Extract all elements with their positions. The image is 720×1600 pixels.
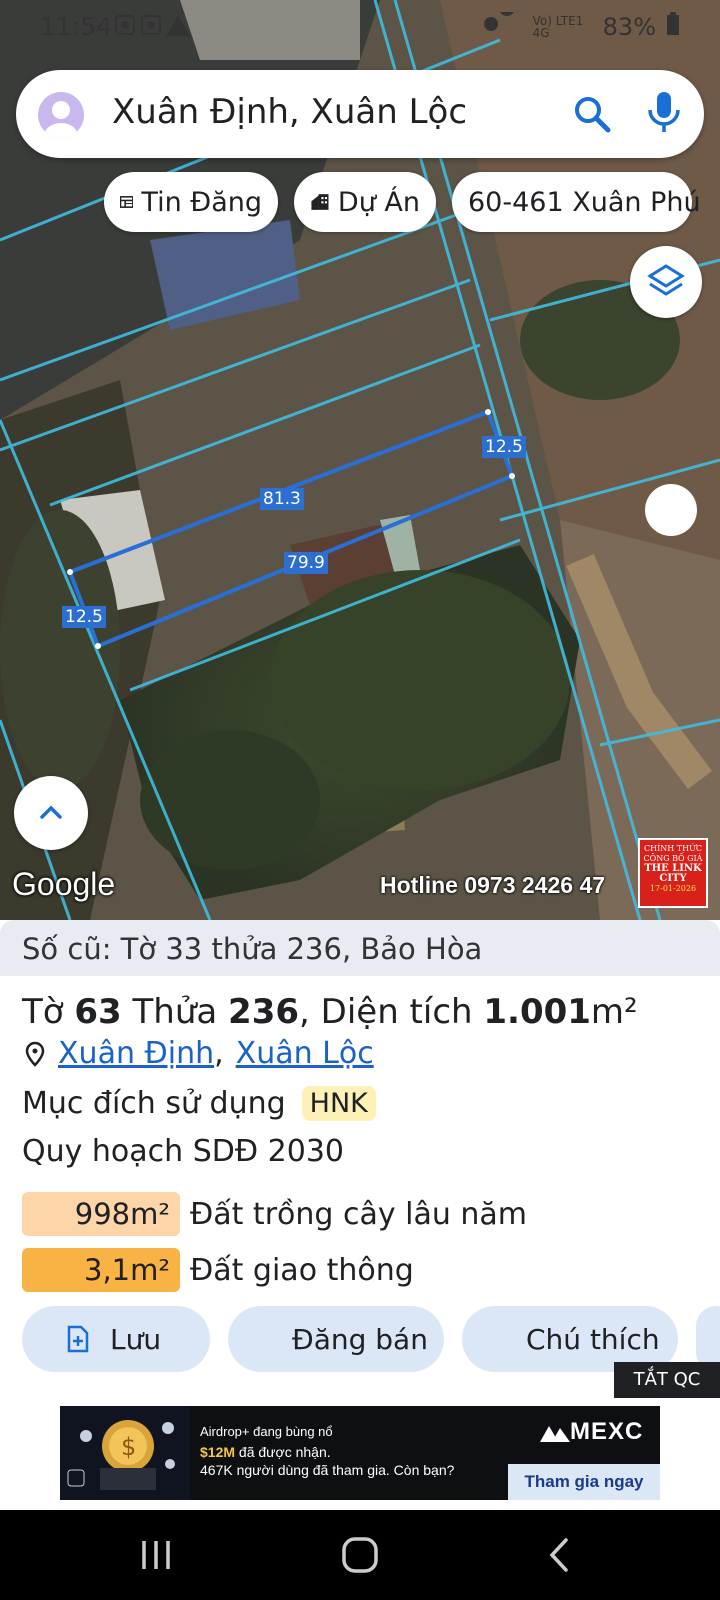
chip-label: Tin Đăng	[141, 186, 262, 218]
stamp-text: CHÍNH THỨC	[644, 844, 702, 853]
purpose-row: Mục đích sử dụng HNK	[22, 1086, 376, 1121]
post-sale-label: Đăng bán	[292, 1322, 428, 1356]
dimension-label: 12.5	[62, 606, 106, 628]
old-reference: Số cũ: Tờ 33 thửa 236, Bảo Hòa	[22, 932, 483, 966]
system-nav-bar	[0, 1510, 720, 1600]
calendar-table-icon	[120, 196, 134, 208]
location-row: Xuân Định, Xuân Lộc	[22, 1036, 374, 1071]
chip-du-an[interactable]: Dự Án	[294, 172, 436, 232]
google-logo: Google	[12, 866, 116, 902]
save-label: Lưu	[110, 1322, 162, 1356]
add-document-icon	[67, 1325, 89, 1353]
location-separator: ,	[214, 1036, 224, 1071]
ad-line: 467K người dùng đã tham gia. Còn bạn?	[200, 1462, 455, 1478]
land-use-label: Đất trồng cây lâu năm	[190, 1196, 528, 1232]
dimension-label: 12.5	[482, 436, 526, 458]
legend-label: Chú thích	[526, 1322, 660, 1356]
home-icon[interactable]	[340, 1535, 380, 1575]
avatar[interactable]	[38, 92, 84, 138]
hotline-text: Hotline 0973 2426 47	[380, 872, 606, 898]
back-icon[interactable]	[540, 1535, 580, 1575]
ad-amount: $12M	[200, 1444, 236, 1460]
recent-apps-icon[interactable]	[136, 1535, 176, 1575]
layers-icon	[647, 264, 685, 296]
dimension-label: 79.9	[284, 552, 328, 574]
promo-stamp[interactable]: CHÍNH THỨC CÔNG BỐ GIÁ THE LINK CITY 17-…	[638, 838, 708, 908]
title-text: Tờ	[22, 992, 75, 1032]
battery-percent: 83%	[602, 13, 656, 41]
battery-icon	[666, 12, 680, 42]
status-bar: 11:54 Vo) LTE1 4G 83%	[0, 0, 720, 54]
expand-button[interactable]	[14, 776, 88, 850]
search-icon[interactable]	[572, 94, 612, 139]
buildings-icon	[311, 194, 329, 210]
svg-text:$: $	[121, 1433, 136, 1461]
stamp-text: CITY	[659, 873, 687, 884]
planning-label: Quy hoạch SDĐ 2030	[22, 1134, 344, 1169]
drag-handle[interactable]	[645, 484, 697, 536]
ad-line: $12M đã được nhận.	[200, 1444, 331, 1460]
location-pin-icon	[25, 1041, 45, 1067]
parcel-title: Tờ 63 Thửa 236, Diện tích 1.001m²	[22, 992, 638, 1032]
sheet-number: 63	[74, 992, 122, 1032]
chip-parcel-ref[interactable]: 60-461 Xuân Phú	[452, 172, 701, 232]
chip-label: 60-461 Xuân Phú	[468, 186, 701, 218]
ad-text: đã được nhận.	[235, 1444, 331, 1460]
chip-label: Dự Án	[337, 186, 420, 218]
status-time: 11:54	[40, 12, 113, 41]
title-text: Thửa	[121, 992, 229, 1032]
satellite-map[interactable]: 12.5 81.3 79.9 12.5 11:54 Vo) LTE1 4G 83…	[0, 0, 720, 920]
dimension-label: 81.3	[260, 488, 304, 510]
area-unit: m²	[590, 992, 638, 1032]
mexc-logo-icon	[540, 1425, 570, 1442]
coin-illustration: $	[60, 1406, 190, 1500]
purpose-code-badge: HNK	[301, 1086, 376, 1121]
ad-cta-button[interactable]: Tham gia ngay	[508, 1464, 660, 1500]
location-link-district[interactable]: Xuân Lộc	[236, 1036, 374, 1071]
ad-brand: MEXC	[570, 1418, 644, 1445]
ad-brand-logo: MEXC	[540, 1418, 643, 1446]
layers-button[interactable]	[630, 246, 702, 318]
land-use-area: 998m²	[22, 1192, 180, 1236]
chip-tin-dang[interactable]: Tin Đăng	[104, 172, 278, 232]
land-use-area: 3,1m²	[22, 1248, 180, 1292]
parcel-number: 236	[228, 992, 300, 1032]
save-button[interactable]: Lưu	[22, 1306, 210, 1372]
ad-headline: Airdrop+ đang bùng nổ	[200, 1424, 333, 1439]
post-sale-button[interactable]: Đăng bán	[228, 1306, 444, 1372]
ad-banner[interactable]: $ Airdrop+ đang bùng nổ $12M đã được nhậ…	[60, 1406, 660, 1500]
stamp-text: 17-01-2026	[649, 884, 697, 893]
title-text: , Diện tích	[299, 992, 484, 1032]
search-bar[interactable]: Xuân Định, Xuân Lộc	[16, 70, 704, 158]
purpose-label: Mục đích sử dụng	[22, 1086, 286, 1121]
notification-icons	[114, 14, 190, 45]
signal-icon	[483, 0, 523, 42]
old-reference-row: Số cũ: Tờ 33 thửa 236, Bảo Hòa	[0, 920, 720, 976]
location-link-ward[interactable]: Xuân Định	[58, 1036, 214, 1071]
area-value: 1.001	[483, 992, 591, 1032]
land-use-label: Đất giao thông	[190, 1252, 414, 1288]
land-use-row: 998m² Đất trồng cây lâu năm	[22, 1192, 527, 1236]
search-query[interactable]: Xuân Định, Xuân Lộc	[112, 92, 467, 132]
close-ad-button[interactable]: TẮT QC	[614, 1362, 720, 1398]
network-text: Vo) LTE1 4G	[532, 14, 584, 40]
microphone-icon[interactable]	[644, 90, 684, 141]
land-use-row: 3,1m² Đất giao thông	[22, 1248, 414, 1292]
chevron-up-icon	[40, 805, 62, 819]
